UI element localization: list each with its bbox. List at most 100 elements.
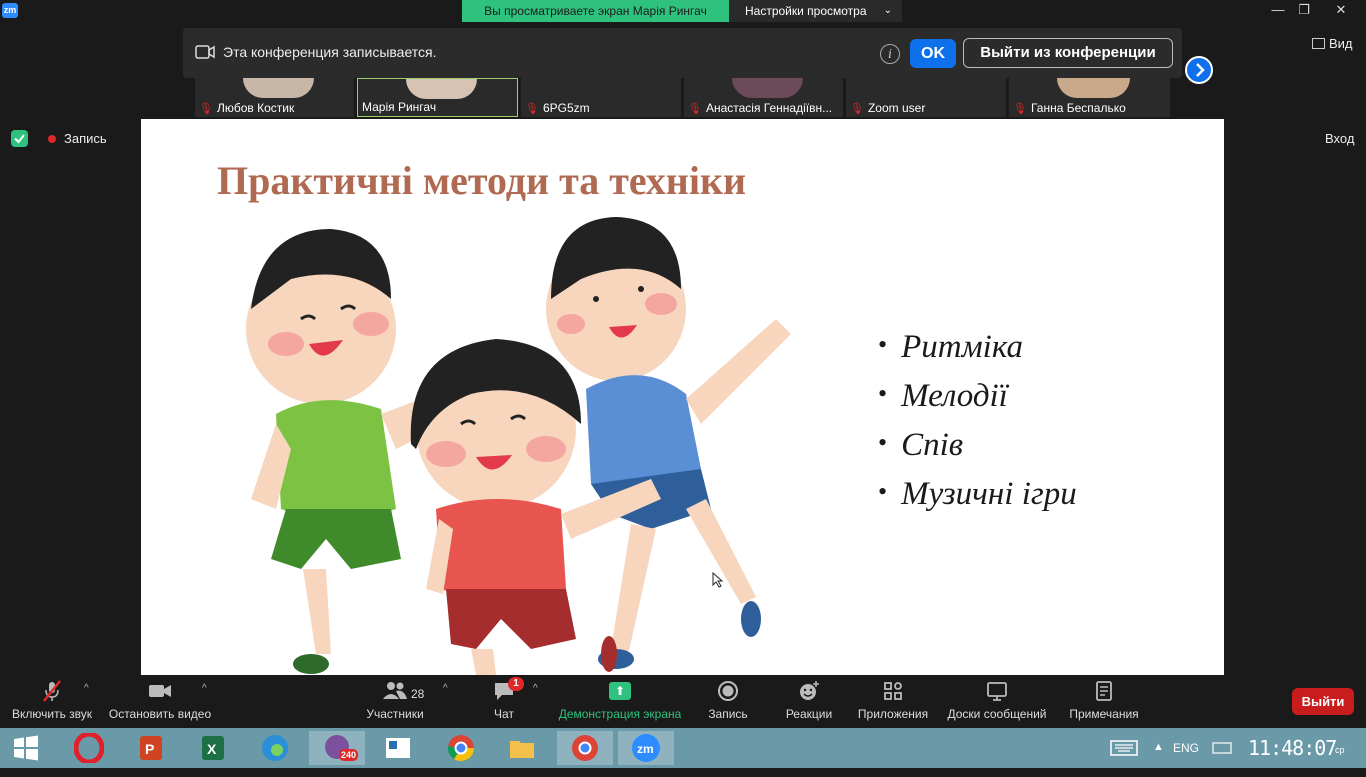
opera-taskbar-icon[interactable] [61,731,117,765]
participant-tile[interactable]: 🎙 Любов Костик [195,78,354,117]
ok-button[interactable]: OK [910,39,956,68]
recording-notice: Эта конференция записывается. i OK Выйти… [183,28,1182,78]
participant-tile-active-speaker[interactable]: Марія Рингач [357,78,518,117]
reactions-label: Реакции [785,707,833,721]
chat-unread-badge: 1 [508,677,524,691]
bullet-item: Ритміка [878,329,1077,378]
muted-mic-icon: 🎙 [1013,103,1027,115]
slide-title: Практичні методи та техніки [217,158,747,203]
restore-button[interactable]: ❐ [1289,0,1319,22]
stop-video-button[interactable]: Остановить видео [105,679,215,721]
muted-mic-icon: 🎙 [688,103,702,115]
svg-text:P: P [145,741,154,757]
participant-tile[interactable]: 🎙 Ганна Беспалько [1009,78,1170,117]
participant-tile[interactable]: 🎙 Zoom user [846,78,1006,117]
encryption-shield-icon[interactable] [11,130,28,147]
chat-options-caret-icon[interactable]: ^ [533,683,538,694]
unmute-button[interactable]: Включить звук [8,679,96,721]
meeting-toolbar: Включить звук ^ Остановить видео ^ 28 Уч… [0,675,1366,728]
next-page-button[interactable] [1185,56,1213,84]
video-camera-icon [149,685,171,697]
leave-meeting-button[interactable]: Выйти [1292,688,1354,715]
participant-video [731,78,804,98]
record-label: Запись [708,707,748,721]
participant-name: Ганна Беспалько [1030,101,1126,115]
apps-icon [884,682,902,700]
record-button[interactable]: Запись [700,679,756,721]
svg-text:zm: zm [637,742,654,756]
zoom-taskbar-icon[interactable]: zm [618,731,674,765]
whiteboard-icon [987,682,1007,701]
enter-button[interactable]: Вход [1325,131,1354,146]
stop-video-label: Остановить видео [108,707,212,721]
svg-text:X: X [207,741,217,757]
participant-name: 6PG5zm [542,101,590,115]
info-icon[interactable]: i [880,44,900,64]
view-settings-label: Настройки просмотра [745,4,867,18]
input-method-icon[interactable] [1212,740,1232,761]
dancing-children-illustration [246,217,791,675]
audio-options-caret-icon[interactable]: ^ [84,683,89,694]
unmute-label: Включить звук [11,707,93,721]
smiley-plus-icon [800,681,819,700]
clock-time[interactable]: 11:48:07 [1248,736,1337,760]
slide-bullet-list: Ритміка Мелодії Спів Музичні ігри [878,329,1077,525]
windows-logo-icon [14,735,38,761]
reactions-button[interactable]: Реакции [780,679,838,721]
video-camera-icon [195,45,215,59]
shared-screen-slide: Практичні методи та техніки • Ритміка • … [141,119,1224,675]
record-icon [718,681,738,701]
chrome-profile-taskbar-icon[interactable] [557,731,613,765]
powerpoint-taskbar-icon[interactable]: P [123,731,179,765]
start-button[interactable] [0,731,52,765]
muted-mic-icon: 🎙 [525,103,539,115]
participant-tile[interactable]: 🎙 6PG5zm [521,78,681,117]
participants-count: 28 [411,687,425,701]
share-screen-button[interactable]: ⬆ Демонстрация экрана [555,679,685,721]
leave-conference-button[interactable]: Выйти из конференции [963,38,1173,68]
file-explorer-taskbar-icon[interactable] [494,731,550,765]
participants-label: Участники [366,707,424,721]
participants-button[interactable]: 28 Участники [360,679,430,721]
participants-icon [383,682,407,699]
screen-share-banner: Вы просматриваете экран Марія Рингач [462,0,729,22]
touch-keyboard-icon[interactable] [1110,740,1138,761]
participant-name: Zoom user [867,101,926,115]
grid-view-icon [1312,38,1325,49]
notes-button[interactable]: Примечания [1066,679,1142,721]
participant-video [242,78,315,98]
video-options-caret-icon[interactable]: ^ [202,683,207,694]
input-language-indicator[interactable]: ENG [1173,741,1199,755]
windows-taskbar: P X 240 zm ▲ ENG 11:48:07 ср [0,728,1366,768]
participant-video [405,79,478,99]
view-settings-dropdown[interactable]: Настройки просмотра ⌄ [729,0,902,22]
whiteboards-button[interactable]: Доски сообщений [943,679,1051,721]
whiteboards-label: Доски сообщений [947,707,1047,721]
view-button[interactable]: Вид [1312,36,1353,51]
chat-label: Чат [494,707,514,721]
participant-name: Марія Рингач [362,100,437,114]
recording-notice-text: Эта конференция записывается. [223,44,437,60]
participants-options-caret-icon[interactable]: ^ [443,683,448,694]
zoom-logo-icon: zm [2,3,18,18]
muted-microphone-icon [43,680,61,702]
share-screen-label: Демонстрация экрана [558,707,682,721]
close-window-button[interactable]: ✕ [1326,0,1356,22]
view-button-label: Вид [1329,36,1353,51]
notes-label: Примечания [1069,707,1139,721]
recording-status[interactable]: Запись [64,131,107,146]
participant-name: Любов Костик [216,101,295,115]
participant-video [1057,78,1130,98]
edge-taskbar-icon[interactable] [247,731,303,765]
window-titlebar: zm Вы просматриваете экран Марія Рингач … [0,0,1366,22]
excel-taskbar-icon[interactable]: X [185,731,241,765]
apps-button[interactable]: Приложения [855,679,931,721]
news-taskbar-icon[interactable] [370,731,426,765]
participant-tile[interactable]: 🎙 Анастасія Геннадіївн... [684,78,843,117]
notes-icon [1096,681,1112,701]
chrome-taskbar-icon[interactable] [433,731,489,765]
apps-label: Приложения [857,707,929,721]
mouse-cursor-icon [712,572,724,588]
viber-taskbar-icon[interactable]: 240 [309,731,365,765]
tray-expand-chevron-icon[interactable]: ▲ [1153,741,1164,753]
